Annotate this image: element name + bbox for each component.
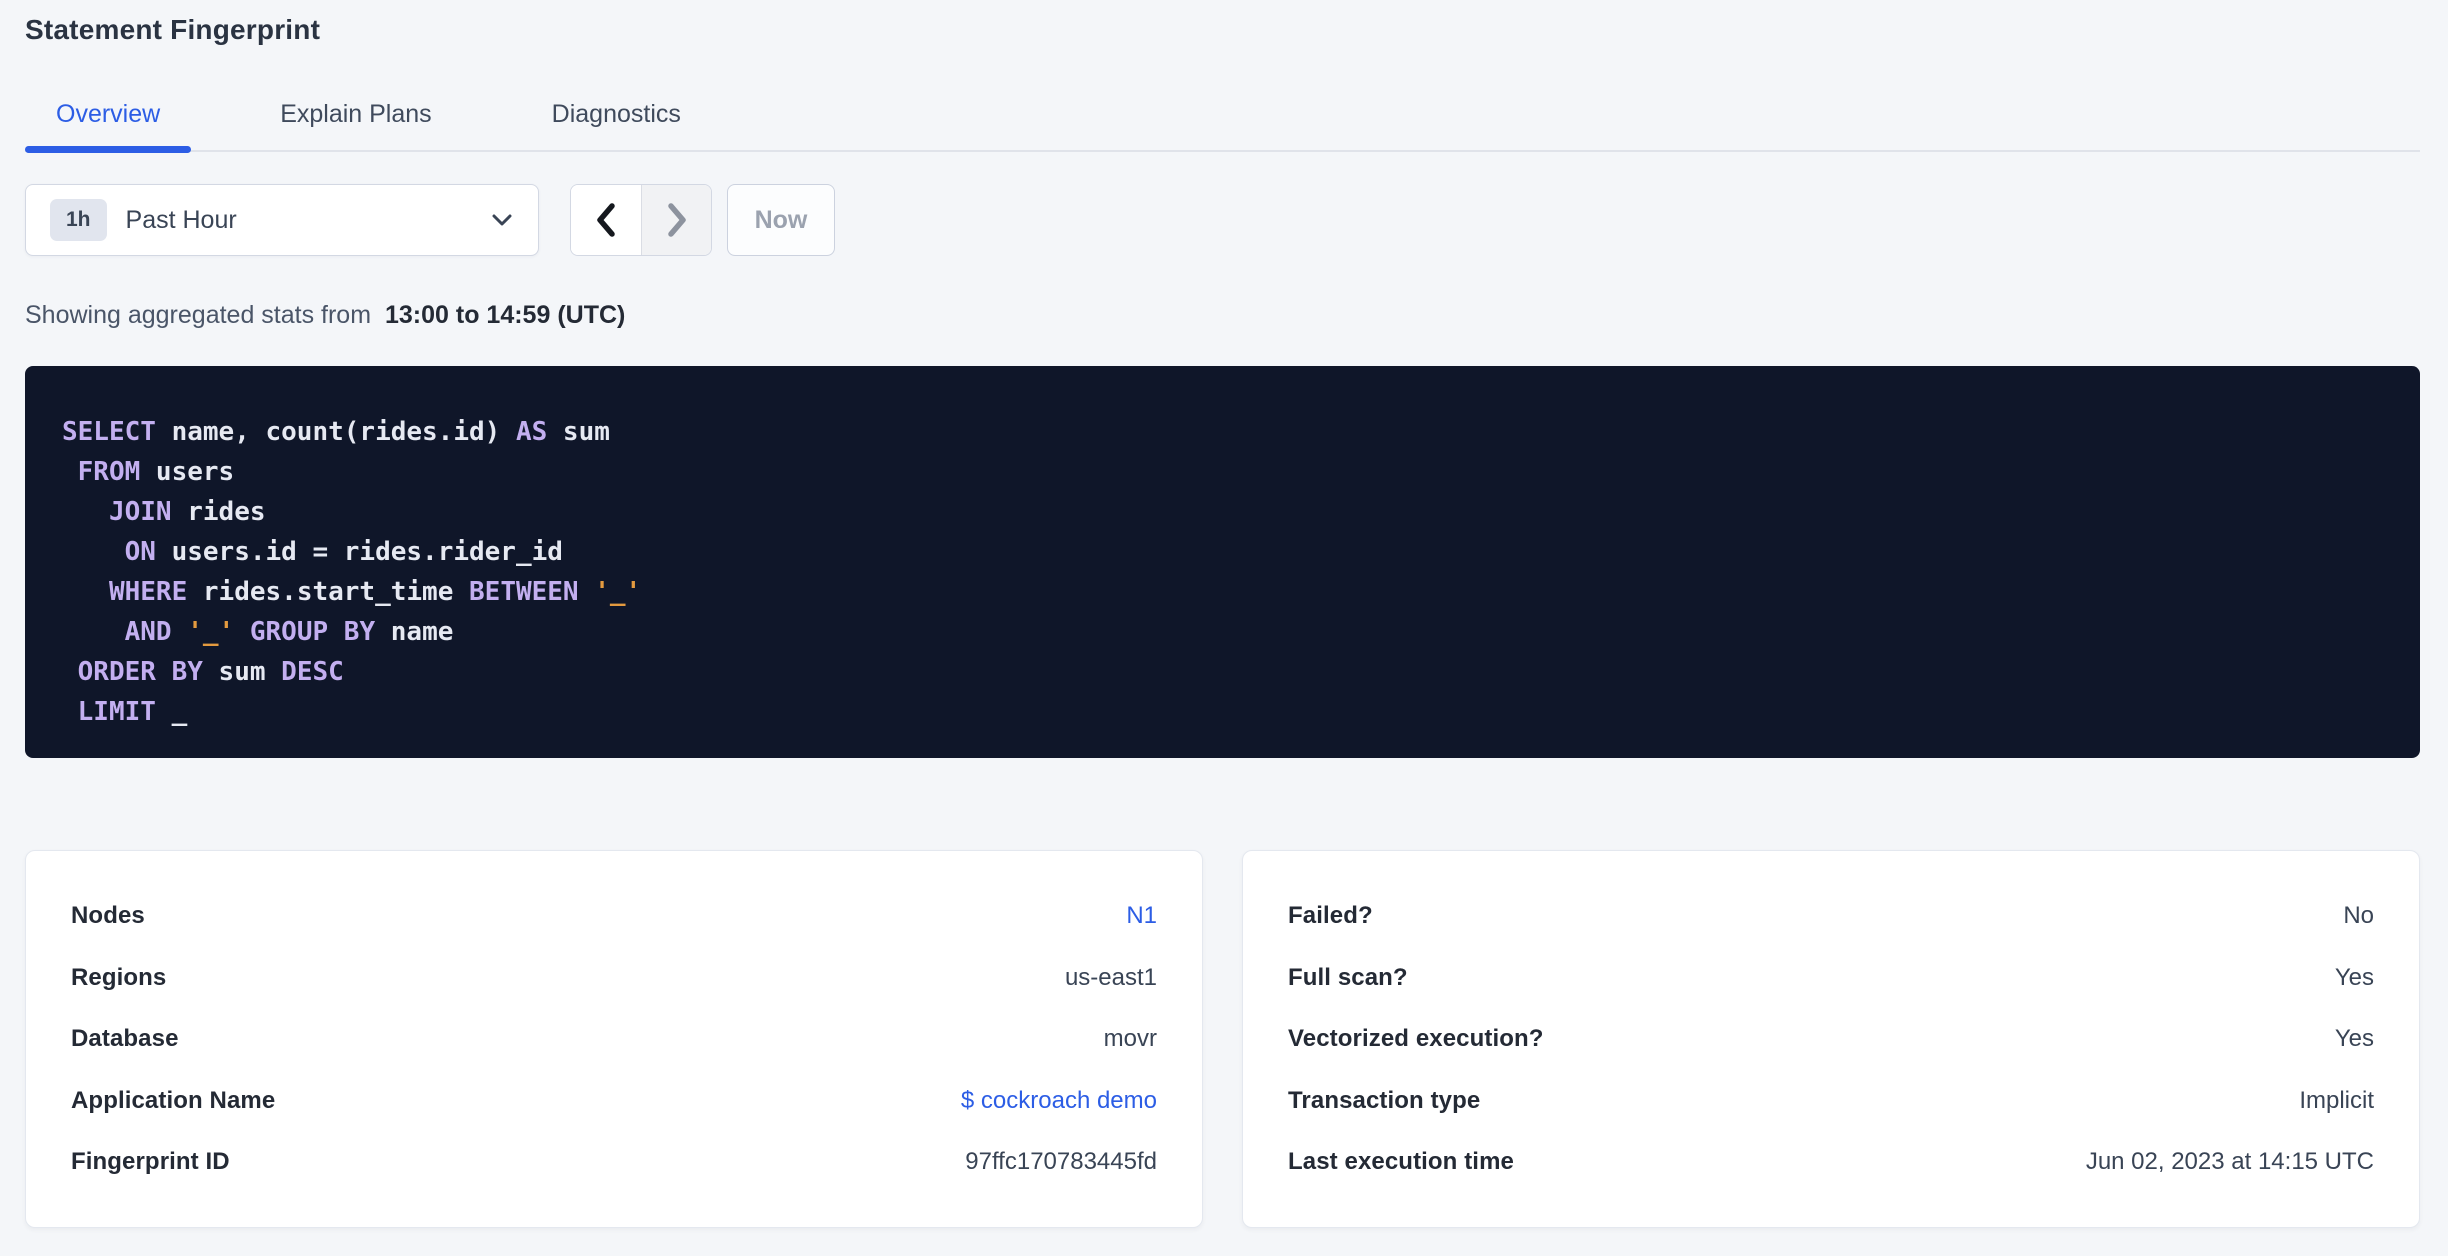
vectorized-execution-value: Yes (2334, 1025, 2374, 1052)
stat-row-database: Database movr (71, 1008, 1157, 1070)
aggregated-stats-line: Showing aggregated stats from 13:00 to 1… (25, 301, 2420, 330)
stats-range: 13:00 to 14:59 (UTC) (385, 301, 626, 329)
tab-diagnostics-label: Diagnostics (551, 100, 681, 128)
stat-row-last-execution-time: Last execution time Jun 02, 2023 at 14:1… (1288, 1131, 2374, 1193)
tab-explain-plans-label: Explain Plans (280, 100, 432, 128)
active-tab-underline (25, 146, 192, 153)
chevron-left-icon (595, 203, 617, 237)
sql-statement-box: SELECT name, count(rides.id) AS sum FROM… (25, 366, 2420, 758)
sql-line: AND '_' GROUP BY name (124, 617, 454, 647)
tab-bar: Overview Explain Plans Diagnostics (25, 100, 2420, 153)
prev-time-button[interactable] (571, 185, 641, 255)
now-button[interactable]: Now (727, 184, 835, 256)
failed-label: Failed? (1288, 902, 1373, 929)
time-range-badge: 1h (50, 199, 107, 241)
regions-value: us-east1 (1064, 963, 1157, 991)
page-title: Statement Fingerprint (25, 14, 321, 45)
sql-line: ON users.id = rides.rider_id (124, 537, 563, 567)
sql-statement: SELECT name, count(rides.id) AS sum FROM… (62, 412, 2390, 732)
fingerprint-id-value: 97ffc170783445fd (965, 1148, 1157, 1175)
statement-details-card: Nodes N1 Regions us-east1 Database movr … (25, 850, 1203, 1228)
stat-row-failed: Failed? No (1288, 885, 2374, 947)
sql-line: WHERE rides.start_time BETWEEN '_' (108, 577, 642, 607)
failed-value: No (2343, 902, 2374, 929)
next-time-button[interactable] (641, 185, 711, 255)
sql-line: SELECT name, count(rides.id) AS sum (62, 417, 610, 447)
sql-line: JOIN rides (108, 497, 266, 527)
stat-row-transaction-type: Transaction type Implicit (1288, 1070, 2374, 1132)
fingerprint-id-label: Fingerprint ID (71, 1148, 230, 1175)
sql-line: FROM users (77, 457, 235, 487)
execution-attributes-card: Failed? No Full scan? Yes Vectorized exe… (1242, 850, 2420, 1228)
nodes-value-link[interactable]: N1 (1126, 902, 1157, 930)
stat-row-vectorized-execution: Vectorized execution? Yes (1288, 1008, 2374, 1070)
time-range-dropdown[interactable]: 1h Past Hour (25, 184, 539, 256)
chevron-right-icon (666, 203, 688, 237)
database-label: Database (71, 1025, 179, 1052)
sql-line: ORDER BY sum DESC (77, 657, 344, 687)
stat-row-application-name: Application Name $ cockroach demo (71, 1070, 1157, 1132)
application-name-label: Application Name (71, 1086, 276, 1114)
database-value: movr (1103, 1025, 1157, 1052)
stat-row-nodes: Nodes N1 (71, 885, 1157, 947)
time-step-buttons (570, 184, 712, 256)
statement-fingerprint-page: Statement Fingerprint Overview Explain P… (0, 0, 2448, 1228)
nodes-label: Nodes (71, 902, 145, 929)
summary-cards: Nodes N1 Regions us-east1 Database movr … (25, 850, 2420, 1228)
stat-row-full-scan: Full scan? Yes (1288, 947, 2374, 1009)
application-name-value-link[interactable]: $ cockroach demo (961, 1087, 1157, 1115)
tab-diagnostics[interactable]: Diagnostics (521, 100, 712, 150)
tab-explain-plans[interactable]: Explain Plans (249, 100, 462, 150)
stat-row-fingerprint-id: Fingerprint ID 97ffc170783445fd (71, 1131, 1157, 1193)
tab-overview-label: Overview (56, 100, 161, 128)
last-execution-time-label: Last execution time (1288, 1148, 1514, 1175)
chevron-down-icon (492, 214, 512, 227)
transaction-type-value: Implicit (2299, 1086, 2374, 1114)
stat-row-regions: Regions us-east1 (71, 947, 1157, 1009)
vectorized-execution-label: Vectorized execution? (1288, 1025, 1544, 1052)
full-scan-value: Yes (2334, 963, 2374, 991)
full-scan-label: Full scan? (1288, 963, 1408, 991)
time-range-selected: Past Hour (125, 205, 237, 234)
stats-prefix: Showing aggregated stats from (25, 301, 372, 329)
last-execution-time-value: Jun 02, 2023 at 14:15 UTC (2085, 1148, 2374, 1175)
transaction-type-label: Transaction type (1288, 1086, 1481, 1114)
time-controls: 1h Past Hour Now (25, 184, 2420, 256)
regions-label: Regions (71, 963, 167, 991)
sql-line: LIMIT _ (77, 697, 188, 727)
tab-overview[interactable]: Overview (25, 100, 192, 153)
